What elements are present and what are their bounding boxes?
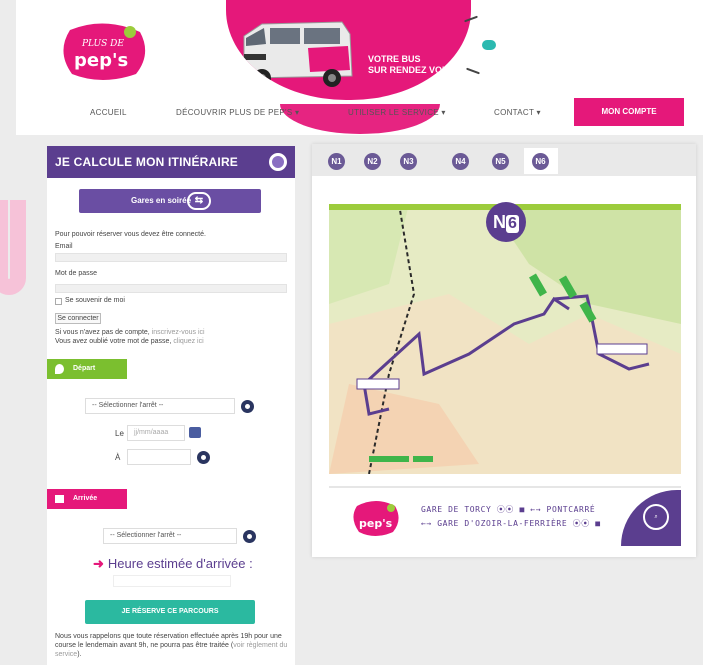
gares-en-soiree-button[interactable]: Gares en soirée ⇆ — [79, 189, 261, 213]
line-map[interactable] — [329, 204, 681, 474]
email-label: Email — [55, 243, 73, 250]
no-account-line: Si vous n'avez pas de compte, inscrivez-… — [55, 329, 205, 336]
heure-text: Heure estimée d'arrivée : — [107, 556, 253, 571]
no-account-text: Si vous n'avez pas de compte, — [55, 329, 150, 336]
map-pin-icon — [55, 364, 64, 374]
hero-text-line-1: VOTRE BUS — [368, 54, 421, 64]
tab-n3[interactable]: N3 — [392, 148, 426, 174]
heure-estimee-value — [113, 575, 231, 587]
forgot-link[interactable]: cliquez ici — [173, 338, 203, 345]
password-field[interactable] — [55, 284, 287, 293]
time-prefix: À — [115, 453, 121, 462]
line-badge-letter: N — [493, 212, 507, 232]
search-icon[interactable] — [269, 153, 287, 171]
nav-accueil[interactable]: ACCUEIL — [90, 108, 127, 117]
map-illustration — [329, 204, 681, 474]
gares-button-label: Gares en soirée — [131, 196, 192, 205]
main-nav: ACCUEIL DÉCOUVRIR PLUS DE PEP'S ▾ UTILIS… — [16, 96, 703, 130]
nav-decouvrir[interactable]: DÉCOUVRIR PLUS DE PEP'S ▾ — [176, 108, 299, 117]
route-line-2: ←→ GARE D'OZOIR-LA-FERRIÈRE ⦿⦿ ■ — [421, 519, 601, 528]
map-legend-footer: pep's GARE DE TORCY ⦿⦿ ■ ←→ PONTCARRÉ ←→… — [329, 486, 681, 546]
connect-button[interactable]: Se connecter — [55, 313, 101, 324]
reserve-button[interactable]: JE RÉSERVE CE PARCOURS — [85, 600, 255, 624]
tab-n5[interactable]: N5 — [484, 148, 518, 174]
decorative-letter — [0, 200, 26, 295]
bus-line-icon: N2 — [364, 153, 381, 170]
remember-label: Se souvenir de moi — [65, 297, 125, 304]
itinerary-panel: JE CALCULE MON ITINÉRAIRE Gares en soiré… — [47, 146, 295, 665]
itinerary-title: JE CALCULE MON ITINÉRAIRE — [55, 155, 239, 169]
logo-line-2: pep's — [74, 50, 128, 71]
line-n6-badge: N6 — [486, 202, 526, 242]
deco-dash — [466, 67, 480, 75]
mon-compte-button[interactable]: MON COMPTE — [574, 98, 684, 126]
nav-contact[interactable]: CONTACT ▾ — [494, 108, 541, 117]
geolocate-icon[interactable] — [243, 530, 256, 543]
geolocate-icon[interactable] — [241, 400, 254, 413]
route-line-1: GARE DE TORCY ⦿⦿ ■ ←→ PONTCARRÉ — [421, 505, 596, 514]
tab-n1[interactable]: N1 — [320, 148, 354, 174]
map-panel: N1 N2 N3 N4 N5 N6 N6 pep's GARE DE TORCY… — [312, 144, 696, 557]
nav-utiliser[interactable]: UTILISER LE SERVICE ▾ — [348, 108, 446, 117]
line-tabs: N1 N2 N3 N4 N5 N6 — [312, 144, 696, 176]
forgot-line: Vous avez oublié votre mot de passe, cli… — [55, 338, 204, 345]
clock-icon[interactable] — [197, 451, 210, 464]
bus-line-icon: N4 — [452, 153, 469, 170]
time-input[interactable] — [127, 449, 191, 465]
tab-n6[interactable]: N6 — [524, 148, 558, 174]
date-input[interactable]: jj/mm/aaaa — [127, 425, 185, 441]
flag-icon — [55, 495, 64, 503]
footer-logo-text: pep's — [359, 517, 393, 530]
plus-de-peps-logo: pep's — [353, 501, 399, 536]
note-end: ). — [77, 651, 82, 658]
arrivee-section-bar: Arrivée — [47, 489, 127, 509]
zoom-icon[interactable]: ⌕ — [643, 504, 669, 530]
tab-n4[interactable]: N4 — [444, 148, 478, 174]
calendar-icon[interactable] — [189, 427, 201, 438]
arrivee-label: Arrivée — [73, 495, 98, 502]
hero-banner: VOTRE BUS SUR RENDEZ VOUS — [226, 0, 471, 100]
depart-section-bar: Départ — [47, 359, 127, 379]
depart-stop-select[interactable]: -- Sélectionner l'arrêt -- — [85, 398, 235, 414]
signup-link[interactable]: inscrivez-vous ici — [152, 329, 205, 336]
hero-text-line-2: SUR RENDEZ VOUS — [368, 65, 455, 75]
tab-n2[interactable]: N2 — [356, 148, 390, 174]
login-notice: Pour pouvoir réserver vous devez être co… — [55, 231, 206, 238]
bus-line-icon: N5 — [492, 153, 509, 170]
depart-label: Départ — [73, 365, 96, 372]
zoom-corner: ⌕ — [621, 490, 681, 546]
password-label: Mot de passe — [55, 270, 98, 277]
minibus-image — [243, 21, 353, 87]
forgot-text: Vous avez oublié votre mot de passe, — [55, 338, 172, 345]
arrivee-stop-select[interactable]: -- Sélectionner l'arrêt -- — [103, 528, 237, 544]
arrow-right-icon: ➜ — [93, 556, 104, 571]
deco-pill — [482, 40, 496, 50]
remember-checkbox[interactable] — [55, 298, 62, 305]
heure-estimee-label: ➜ Heure estimée d'arrivée : — [93, 556, 253, 572]
plus-de-peps-logo[interactable]: PLUS DE pep's — [60, 22, 148, 82]
logo-line-1: PLUS DE — [81, 39, 124, 49]
reservation-note: Nous vous rappelons que toute réservatio… — [55, 632, 291, 659]
itinerary-header: JE CALCULE MON ITINÉRAIRE — [47, 146, 295, 178]
date-prefix: Le — [115, 429, 124, 438]
line-badge-number: 6 — [506, 215, 519, 233]
bus-line-icon: N1 — [328, 153, 345, 170]
bus-line-icon: N6 — [532, 153, 549, 170]
bus-line-icon: N3 — [400, 153, 417, 170]
swap-icon: ⇆ — [187, 192, 211, 210]
email-field[interactable] — [55, 253, 287, 262]
